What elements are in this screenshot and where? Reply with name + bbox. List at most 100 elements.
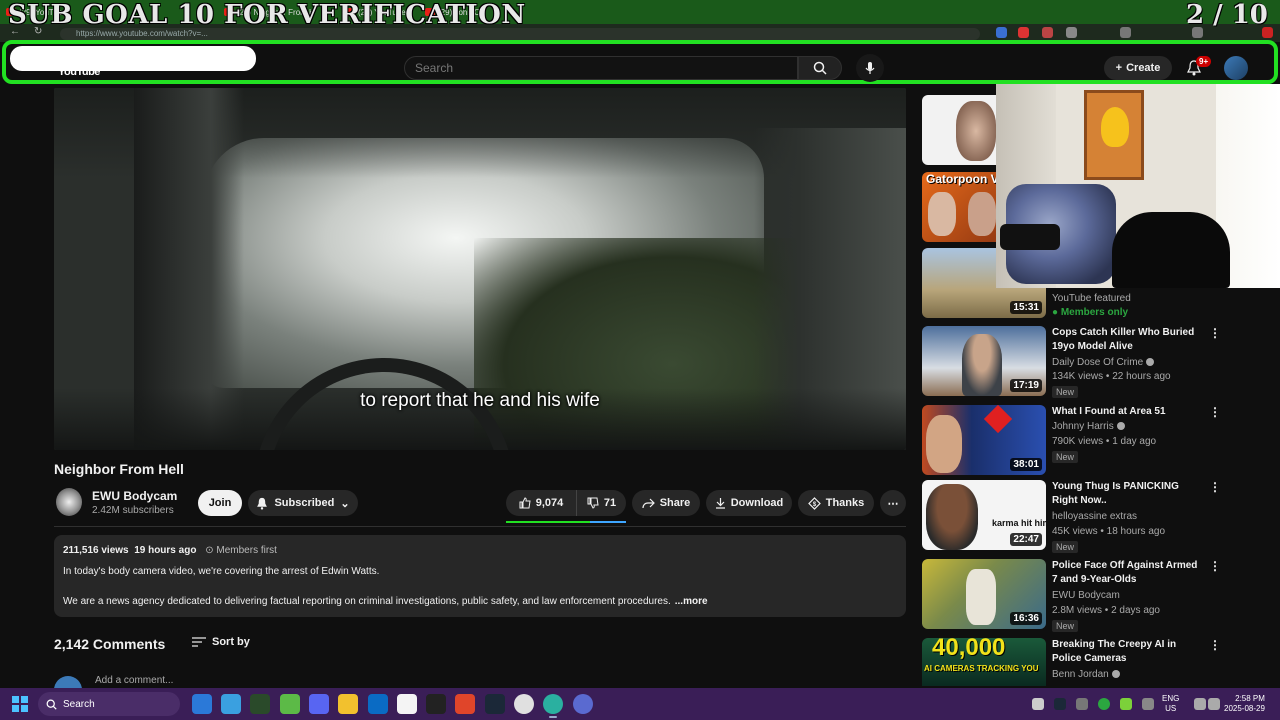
recommended-thumbnail[interactable]: 17:19: [922, 326, 1046, 396]
windows-start-icon[interactable]: [12, 696, 28, 712]
system-clock[interactable]: 2:58 PM 2025-08-29: [1224, 694, 1265, 714]
account-avatar[interactable]: [1224, 56, 1248, 80]
webcam-poster-figure: [1101, 107, 1129, 147]
more-vertical-icon[interactable]: ⋮: [1209, 480, 1221, 494]
download-icon: [715, 498, 725, 509]
verified-icon: [1116, 422, 1125, 431]
outlook-app-icon[interactable]: [192, 694, 212, 714]
extension-icon[interactable]: [1042, 27, 1053, 38]
microphone-tray-icon[interactable]: [1142, 698, 1154, 710]
input-language[interactable]: ENG US: [1162, 694, 1179, 714]
steam-tray-icon[interactable]: [1054, 698, 1066, 710]
more-actions-button[interactable]: ⋯: [880, 490, 906, 516]
streamer-webcam: [996, 84, 1280, 288]
more-vertical-icon[interactable]: ⋮: [1209, 326, 1221, 340]
taskbar-search[interactable]: Search: [38, 692, 180, 716]
share-button[interactable]: Share: [632, 490, 700, 516]
discord-app-icon[interactable]: [309, 694, 329, 714]
recommended-title[interactable]: Cops Catch Killer Who Buried 19yo Model …: [1052, 326, 1204, 354]
notification-badge: 9+: [1196, 56, 1212, 67]
plus-icon: +: [1115, 62, 1123, 74]
settings-app-icon[interactable]: [573, 694, 593, 714]
more-vertical-icon[interactable]: ⋮: [1209, 638, 1221, 652]
recommended-title[interactable]: What I Found at Area 51: [1052, 405, 1204, 419]
edge-app-icon[interactable]: [543, 694, 563, 718]
tray-icon[interactable]: [1120, 698, 1132, 710]
new-badge: New: [1052, 451, 1079, 463]
calculator-app-icon[interactable]: [221, 694, 241, 714]
arrow-icon: [983, 405, 1013, 434]
extension-icon[interactable]: [1018, 27, 1029, 38]
thumbnail-face: [926, 484, 978, 550]
volume-icon[interactable]: [1208, 698, 1220, 710]
thumbnail-figure: [966, 569, 996, 625]
more-vertical-icon[interactable]: ⋮: [1209, 559, 1221, 573]
video-duration: 15:31: [1010, 301, 1042, 314]
verified-icon: [1111, 670, 1120, 679]
recommended-channel[interactable]: Benn Jordan: [1052, 669, 1120, 680]
screen: (29) YouTube (29) Neighbor From Hell (29…: [0, 0, 1280, 720]
channel-name[interactable]: EWU Bodycam: [92, 489, 177, 503]
like-button[interactable]: 9,074: [506, 490, 576, 516]
description-more-link[interactable]: ...more: [675, 596, 708, 607]
search-input[interactable]: Search: [404, 56, 798, 80]
video-player[interactable]: to report that he and his wife: [54, 88, 906, 450]
sort-icon: [192, 637, 206, 647]
extension-icon[interactable]: [1066, 27, 1077, 38]
create-button[interactable]: + Create: [1104, 56, 1172, 80]
game-app-icon[interactable]: [250, 694, 270, 714]
join-button[interactable]: Join: [198, 490, 242, 516]
channel-avatar[interactable]: [56, 488, 82, 516]
webcam-chair: [1112, 212, 1230, 288]
app-icon[interactable]: [455, 694, 475, 714]
tray-icon[interactable]: [1076, 698, 1088, 710]
recommended-title[interactable]: Breaking The Creepy AI in Police Cameras: [1052, 638, 1204, 666]
search-button[interactable]: [798, 56, 842, 80]
tray-icon[interactable]: [1098, 698, 1110, 710]
recommended-title[interactable]: Young Thug Is PANICKING Right Now..: [1052, 480, 1204, 508]
more-vertical-icon[interactable]: ⋮: [1209, 405, 1221, 419]
notepad-app-icon[interactable]: [397, 694, 417, 714]
minecraft-app-icon[interactable]: [280, 694, 300, 714]
recommended-channel[interactable]: EWU Bodycam: [1052, 590, 1120, 601]
extension-icon[interactable]: [996, 27, 1007, 38]
add-comment-input[interactable]: Add a comment...: [95, 675, 173, 686]
recommended-thumbnail[interactable]: karma hit him 22:47: [922, 480, 1046, 550]
thumbnail-face: [968, 192, 996, 236]
thumbnail-text: 40,000: [932, 638, 1006, 661]
bookmark-icon[interactable]: [1120, 27, 1131, 38]
recommended-meta: 790K views • 1 day ago: [1052, 436, 1157, 447]
microsoft-store-icon[interactable]: [368, 694, 388, 714]
terminal-app-icon[interactable]: [426, 694, 446, 714]
video-title: Neighbor From Hell: [54, 461, 184, 477]
recommended-thumbnail[interactable]: 38:01: [922, 405, 1046, 475]
new-badge: New: [1052, 541, 1079, 553]
recommended-thumbnail[interactable]: 16:36: [922, 559, 1046, 629]
download-button[interactable]: Download: [706, 490, 792, 516]
steam-app-icon[interactable]: [485, 694, 505, 714]
recommended-title[interactable]: Police Face Off Against Armed 7 and 9-Ye…: [1052, 559, 1204, 587]
recommended-channel[interactable]: helloyassine extras: [1052, 511, 1137, 522]
video-caption: to report that he and his wife: [360, 390, 600, 411]
dislike-button[interactable]: 71: [576, 490, 626, 516]
youtube-logo[interactable]: YouTube: [58, 66, 100, 78]
recommended-meta: 134K views • 22 hours ago: [1052, 371, 1171, 382]
share-icon: [642, 498, 655, 508]
recommended-thumbnail[interactable]: 40,000 AI CAMERAS TRACKING YOU: [922, 638, 1046, 686]
thumbnail-face: [926, 415, 962, 473]
thumbnail-face: [956, 101, 996, 161]
tray-up-arrow-icon[interactable]: [1032, 698, 1044, 710]
redaction-pill: [10, 46, 256, 71]
members-only-badge: ● Members only: [1052, 307, 1129, 318]
subscribed-button[interactable]: Subscribed ⌄: [248, 490, 358, 516]
chrome-app-icon[interactable]: [514, 694, 534, 714]
thanks-button[interactable]: $ Thanks: [798, 490, 874, 516]
sort-comments-button[interactable]: Sort by: [192, 636, 250, 648]
bell-icon: [257, 497, 268, 510]
voice-search-button[interactable]: [856, 54, 884, 82]
thumbs-up-icon: [519, 497, 531, 509]
recommended-channel[interactable]: Johnny Harris: [1052, 421, 1125, 432]
wifi-icon[interactable]: [1194, 698, 1206, 710]
file-explorer-icon[interactable]: [338, 694, 358, 714]
recommended-channel[interactable]: Daily Dose Of Crime: [1052, 357, 1155, 368]
